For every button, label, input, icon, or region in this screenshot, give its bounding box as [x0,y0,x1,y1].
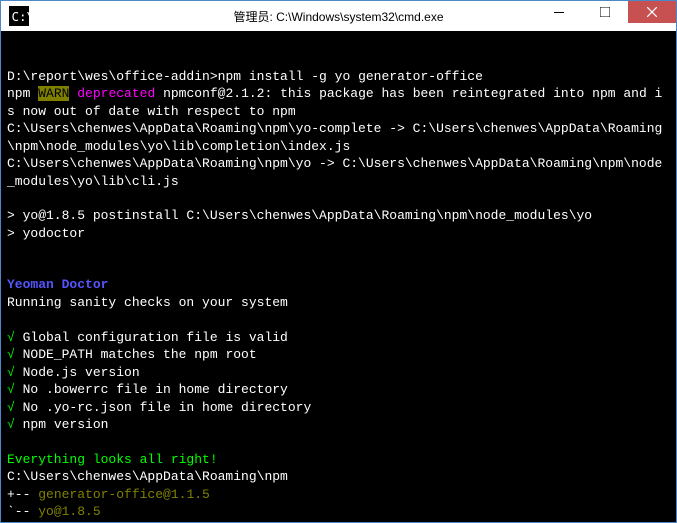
check-icon: √ [7,330,23,345]
warn-badge: WARN [38,86,69,101]
tree-root: C:\Users\chenwes\AppData\Roaming\npm [7,468,670,486]
tree-branch: +-- [7,487,38,502]
check-item: NODE_PATH matches the npm root [23,347,257,362]
yodoctor-line: > yodoctor [7,225,670,243]
titlebar: C:\ 管理员: C:\Windows\system32\cmd.exe [1,1,676,31]
prompt: D:\report\wes\office-addin> [7,69,218,84]
package-name: generator-office@1.1.5 [38,487,210,502]
cmd-icon: C:\ [9,6,29,26]
path-line: C:\Users\chenwes\AppData\Roaming\npm\yo … [7,155,670,190]
check-icon: √ [7,347,23,362]
check-item: Global configuration file is valid [23,330,288,345]
doctor-running: Running sanity checks on your system [7,294,670,312]
command-text: npm install -g yo generator-office [218,69,483,84]
maximize-button[interactable] [582,1,628,23]
check-item: npm version [23,417,109,432]
cmd-window: C:\ 管理员: C:\Windows\system32\cmd.exe D:\… [0,0,677,523]
check-icon: √ [7,417,23,432]
path-line: C:\Users\chenwes\AppData\Roaming\npm\yo-… [7,120,670,155]
deprecated-label: deprecated [69,86,155,101]
package-name: yo@1.8.5 [38,504,100,519]
check-item: Node.js version [23,365,140,380]
doctor-header: Yeoman Doctor [7,276,670,294]
check-item: No .bowerrc file in home directory [23,382,288,397]
close-button[interactable] [628,1,676,23]
all-right-msg: Everything looks all right! [7,451,670,469]
svg-text:C:\: C:\ [12,9,30,24]
check-icon: √ [7,382,23,397]
postinstall-line: > yo@1.8.5 postinstall C:\Users\chenwes\… [7,207,670,225]
check-icon: √ [7,365,23,380]
tree-branch: `-- [7,504,38,519]
terminal-output[interactable]: D:\report\wes\office-addin>npm install -… [1,31,676,522]
check-icon: √ [7,400,23,415]
minimize-button[interactable] [536,1,582,23]
window-title: 管理员: C:\Windows\system32\cmd.exe [233,8,443,25]
npm-label: npm [7,86,38,101]
check-item: No .yo-rc.json file in home directory [23,400,312,415]
window-controls [536,1,676,31]
